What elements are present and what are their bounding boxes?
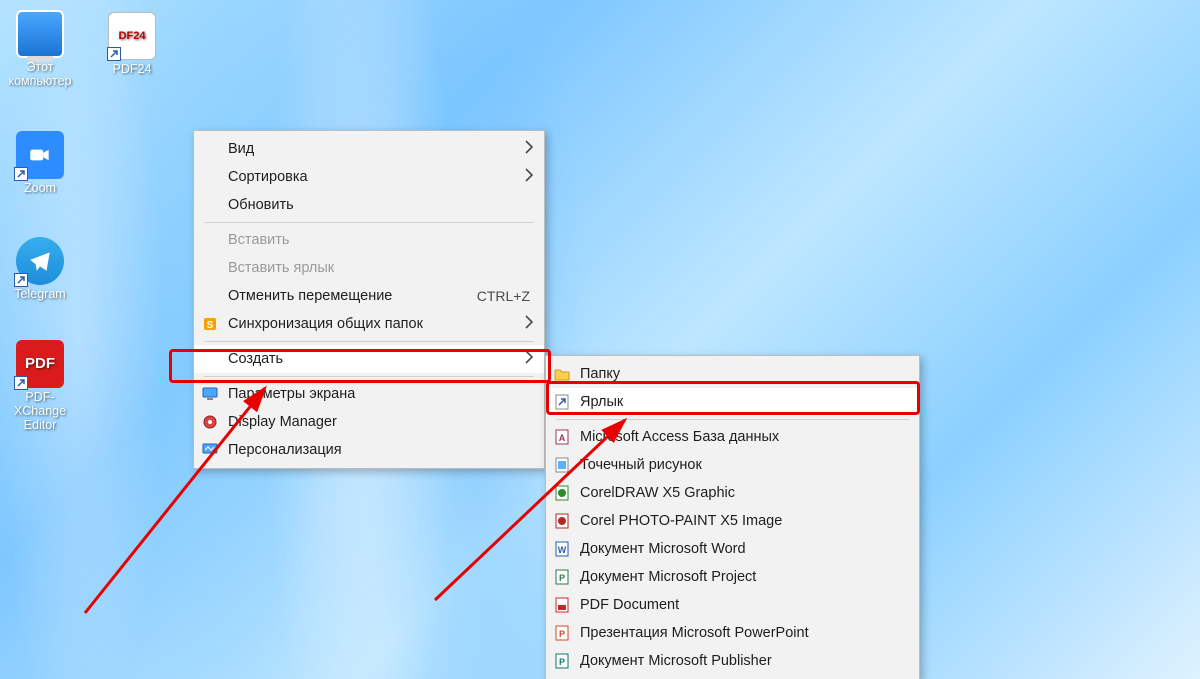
pdf24-icon: DF24 bbox=[108, 12, 156, 60]
chevron-right-icon bbox=[524, 350, 534, 368]
powerpoint-icon: P bbox=[553, 624, 571, 642]
svg-text:P: P bbox=[559, 573, 565, 583]
shortcut-arrow-icon bbox=[14, 273, 28, 287]
submenu-item-folder[interactable]: Папку bbox=[546, 360, 919, 388]
submenu-item-project[interactable]: P Документ Microsoft Project bbox=[546, 563, 919, 591]
project-icon: P bbox=[553, 568, 571, 586]
chevron-right-icon bbox=[524, 315, 534, 333]
submenu-item-bitmap[interactable]: Точечный рисунок bbox=[546, 451, 919, 479]
photopaint-icon bbox=[553, 512, 571, 530]
menu-item-paste: Вставить bbox=[194, 226, 544, 254]
desktop-icon-pdf24[interactable]: DF24 PDF24 bbox=[92, 12, 172, 76]
menu-shortcut: CTRL+Z bbox=[453, 288, 530, 304]
shortcut-arrow-icon bbox=[14, 376, 28, 390]
submenu-item-publisher[interactable]: P Документ Microsoft Publisher bbox=[546, 647, 919, 675]
create-submenu: Папку Ярлык A Microsoft Access База данн… bbox=[545, 355, 920, 679]
zoom-icon bbox=[16, 131, 64, 179]
display-settings-icon bbox=[201, 385, 219, 403]
submenu-item-cpt[interactable]: Corel PHOTO-PAINT X5 Image bbox=[546, 507, 919, 535]
menu-item-personalize[interactable]: Персонализация bbox=[194, 436, 544, 464]
display-manager-icon bbox=[201, 413, 219, 431]
submenu-item-word[interactable]: W Документ Microsoft Word bbox=[546, 535, 919, 563]
svg-text:A: A bbox=[559, 433, 566, 443]
chevron-right-icon bbox=[524, 140, 534, 158]
sync-icon: S bbox=[201, 315, 219, 333]
desktop-icon-label: Этоткомпьютер bbox=[0, 60, 80, 89]
menu-item-display-manager[interactable]: Display Manager bbox=[194, 408, 544, 436]
menu-item-undo-move[interactable]: Отменить перемещение CTRL+Z bbox=[194, 282, 544, 310]
personalize-icon bbox=[201, 441, 219, 459]
desktop-context-menu: Вид Сортировка Обновить Вставить Вставит… bbox=[193, 130, 545, 469]
menu-item-refresh[interactable]: Обновить bbox=[194, 191, 544, 219]
desktop-icon-zoom[interactable]: Zoom bbox=[0, 131, 80, 195]
submenu-item-powerpoint[interactable]: P Презентация Microsoft PowerPoint bbox=[546, 619, 919, 647]
svg-text:S: S bbox=[207, 320, 214, 331]
desktop-icon-label: Telegram bbox=[0, 287, 80, 301]
folder-icon bbox=[553, 365, 571, 383]
coreldraw-icon bbox=[553, 484, 571, 502]
shortcut-arrow-icon bbox=[107, 47, 121, 61]
menu-item-create[interactable]: Создать bbox=[194, 345, 544, 373]
menu-item-paste-shortcut: Вставить ярлык bbox=[194, 254, 544, 282]
submenu-item-pdf[interactable]: PDF Document bbox=[546, 591, 919, 619]
shortcut-arrow-icon bbox=[14, 167, 28, 181]
menu-item-display-settings[interactable]: Параметры экрана bbox=[194, 380, 544, 408]
pdf-editor-icon: PDF bbox=[16, 340, 64, 388]
publisher-icon: P bbox=[553, 652, 571, 670]
desktop-icon-pdfxchange[interactable]: PDF PDF-XChangeEditor bbox=[0, 340, 80, 433]
bitmap-icon bbox=[553, 456, 571, 474]
pc-icon bbox=[16, 10, 64, 58]
menu-item-view[interactable]: Вид bbox=[194, 135, 544, 163]
pdf-doc-icon bbox=[553, 596, 571, 614]
svg-text:P: P bbox=[559, 657, 565, 667]
desktop-icon-label: PDF24 bbox=[92, 62, 172, 76]
desktop-icon-this-pc[interactable]: Этоткомпьютер bbox=[0, 10, 80, 89]
desktop-icon-telegram[interactable]: Telegram bbox=[0, 237, 80, 301]
submenu-item-cdr[interactable]: CorelDRAW X5 Graphic bbox=[546, 479, 919, 507]
desktop-icon-label: Zoom bbox=[0, 181, 80, 195]
submenu-item-shortcut[interactable]: Ярлык bbox=[546, 388, 919, 416]
chevron-right-icon bbox=[524, 168, 534, 186]
desktop-icon-label: PDF-XChangeEditor bbox=[0, 390, 80, 433]
access-icon: A bbox=[553, 428, 571, 446]
submenu-item-access[interactable]: A Microsoft Access База данных bbox=[546, 423, 919, 451]
menu-item-sort[interactable]: Сортировка bbox=[194, 163, 544, 191]
shortcut-file-icon bbox=[553, 393, 571, 411]
telegram-icon bbox=[16, 237, 64, 285]
svg-text:P: P bbox=[559, 629, 565, 639]
desktop-icons-col1: Этоткомпьютер Zoom Telegram PDF PDF-XCha… bbox=[0, 6, 80, 447]
menu-item-sync-folders[interactable]: S Синхронизация общих папок bbox=[194, 310, 544, 338]
word-icon: W bbox=[553, 540, 571, 558]
svg-text:W: W bbox=[558, 545, 567, 555]
